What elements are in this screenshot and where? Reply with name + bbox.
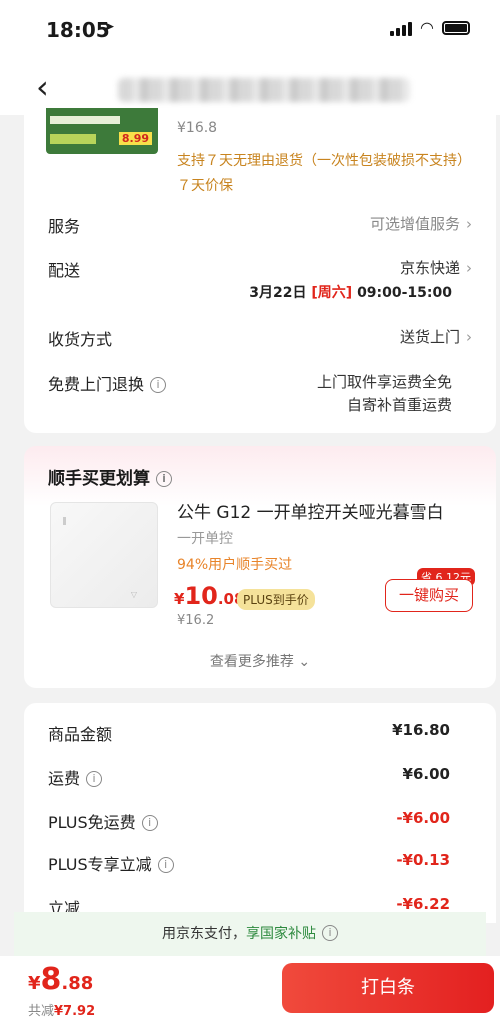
product-thumbnail[interactable]: 8.99 — [46, 108, 158, 154]
switch-indicator — [63, 517, 66, 525]
delivery-value[interactable]: 京东快递 › — [400, 257, 472, 278]
summary-label-text: PLUS专享立减 — [48, 855, 152, 874]
info-icon[interactable]: i — [150, 377, 167, 393]
brand-logo-icon: ▽ — [130, 590, 137, 599]
pay-banner-text: 用京东支付， — [162, 926, 246, 942]
more-recommend-text: 查看更多推荐 — [209, 654, 294, 670]
summary-value: -¥6.00 — [396, 809, 450, 827]
service-label: 服务 — [48, 217, 81, 236]
thumb-badge — [50, 134, 96, 144]
receive-value[interactable]: 送货上门 › — [400, 326, 472, 347]
chevron-right-icon: › — [466, 328, 472, 346]
pay-button[interactable]: 打白条 — [282, 963, 494, 1013]
delivery-date: 3月22日 [周六] 09:00-15:00 — [249, 282, 452, 302]
info-icon[interactable]: i — [86, 771, 103, 787]
info-icon[interactable]: i — [322, 925, 338, 941]
delivery-time: 09:00-15:00 — [357, 285, 452, 301]
delivery-value-text: 京东快递 — [399, 259, 460, 277]
chevron-right-icon: › — [466, 259, 472, 277]
recommend-title: 顺手买更划算 i — [48, 464, 172, 489]
nav-bar: ‹ — [0, 60, 500, 115]
battery-icon — [442, 21, 470, 35]
chevron-right-icon: › — [466, 215, 472, 233]
pay-banner[interactable]: 用京东支付，享国家补贴 i — [14, 912, 486, 956]
one-click-buy-button[interactable]: 一键购买 — [385, 579, 473, 612]
service-value[interactable]: 可选增值服务 › — [370, 213, 472, 234]
delivery-label: 配送 — [48, 261, 81, 280]
order-info-card: 8.99 ¥16.8 支持７天无理由退货（一次性包装破损不支持） ７天价保 服务… — [24, 108, 496, 433]
recommend-product-name[interactable]: 公牛 G12 一开单控开关哑光暮雪白 — [177, 498, 444, 523]
price-integer: 10 — [184, 582, 218, 610]
recommend-product-spec: 一开单控 — [177, 531, 233, 547]
total-currency: ¥ — [28, 973, 41, 994]
cellular-signal-icon — [390, 20, 413, 36]
price-summary-card: 商品金额 ¥16.80 运费 i ¥6.00 PLUS免运费 i -¥6.00 PLUS专享立减… — [24, 703, 496, 923]
summary-label: 商品金额 — [48, 721, 112, 745]
recommend-card: 顺手买更划算 i ▽ 公牛 G12 一开单控开关哑光暮雪白 一开单控 94%用户顺… — [24, 446, 496, 688]
total-integer: 8 — [40, 962, 62, 997]
summary-label: PLUS专享立减 i — [48, 851, 174, 875]
service-value-text: 可选增值服务 — [369, 215, 460, 233]
status-icons: ◠ — [390, 20, 470, 36]
thumb-banner — [50, 116, 120, 124]
recommend-price: ¥10.08 — [174, 582, 244, 610]
blurred-title — [118, 78, 410, 102]
info-icon[interactable]: i — [141, 815, 158, 831]
status-bar: 18:05 ➤ ◠ — [0, 0, 500, 60]
recommend-product-image[interactable]: ▽ — [50, 502, 158, 608]
free-return-line2: 自寄补首重运费 — [346, 396, 452, 414]
location-arrow-icon: ➤ — [103, 19, 115, 35]
recommend-buy-rate: 94%用户顺手买过 — [177, 557, 293, 573]
chevron-down-icon: ⌄ — [298, 654, 311, 670]
summary-value: -¥6.22 — [396, 895, 450, 913]
free-return-label-text: 免费上门退换 — [48, 375, 145, 394]
summary-value: ¥16.80 — [392, 721, 450, 739]
recommend-original-price: ¥16.2 — [177, 613, 215, 628]
total-price: ¥8.88 — [28, 962, 93, 997]
free-return-label: 免费上门退换 i — [48, 371, 167, 395]
saved-value: ¥7.92 — [54, 1004, 96, 1019]
info-icon[interactable]: i — [156, 471, 172, 487]
price-currency: ¥ — [174, 590, 185, 608]
thumb-price: 8.99 — [118, 132, 152, 145]
recommend-title-text: 顺手买更划算 — [48, 469, 150, 489]
saved-label: 共减 — [28, 1004, 55, 1019]
total-decimal: .88 — [61, 973, 94, 994]
delivery-date-text: 3月22日 — [249, 285, 307, 301]
summary-label: 运费 i — [48, 765, 103, 789]
info-icon[interactable]: i — [157, 857, 174, 873]
free-return-line1: 上门取件享运费全免 — [316, 373, 452, 391]
delivery-weekday: [周六] — [311, 285, 353, 301]
receive-label: 收货方式 — [48, 330, 113, 349]
plus-price-tag: PLUS到手价 — [237, 589, 315, 610]
chevron-left-icon[interactable]: ‹ — [36, 68, 49, 106]
summary-value: -¥0.13 — [396, 851, 450, 869]
summary-value: ¥6.00 — [402, 765, 450, 783]
status-time: 18:05 — [46, 18, 110, 42]
summary-label-text: 运费 — [48, 769, 81, 788]
wifi-icon: ◠ — [420, 18, 434, 37]
summary-label-text: 商品金额 — [48, 725, 113, 744]
summary-label-text: PLUS免运费 — [48, 813, 136, 832]
bottom-bar: ¥8.88 共减¥7.92 打白条 — [0, 956, 500, 1022]
total-saved: 共减¥7.92 — [28, 1000, 95, 1019]
product-price: ¥16.8 — [177, 120, 218, 136]
price-protect: ７天价保 — [177, 178, 233, 194]
more-recommend-link[interactable]: 查看更多推荐 ⌄ — [24, 651, 496, 671]
receive-value-text: 送货上门 — [399, 328, 460, 346]
return-policy: 支持７天无理由退货（一次性包装破损不支持） — [177, 153, 471, 169]
subsidy-link[interactable]: 享国家补贴 — [246, 926, 316, 942]
summary-label: PLUS免运费 i — [48, 809, 158, 833]
